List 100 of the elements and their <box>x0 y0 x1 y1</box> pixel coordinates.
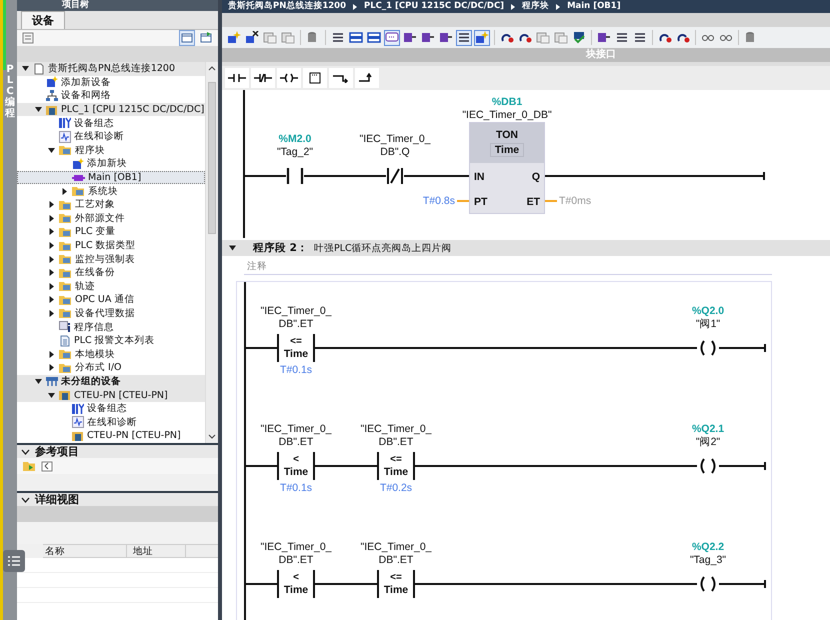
toolbar-button[interactable] <box>244 30 260 46</box>
tree-item[interactable]: 在线备份 <box>17 266 205 280</box>
chevron-icon[interactable] <box>21 448 30 456</box>
tree-item[interactable]: 分布式 I/O <box>17 361 205 375</box>
toolbar-button[interactable] <box>384 30 400 46</box>
tree-item[interactable]: Main [OB1] <box>17 170 205 184</box>
instance-name[interactable]: "IEC_Timer_0_DB" <box>462 109 552 122</box>
tree-item[interactable]: 设备代理数据 <box>17 306 205 320</box>
expanded-caret-icon[interactable] <box>34 105 43 114</box>
tree-item[interactable]: 程序信息 <box>17 320 205 334</box>
tree-item[interactable]: PLC 数据类型 <box>17 238 205 252</box>
scrollbar[interactable] <box>205 62 218 443</box>
closed-contact-button[interactable] <box>251 68 275 88</box>
toolbar-button[interactable] <box>226 30 242 46</box>
operand-name[interactable]: "阀2" <box>696 436 720 449</box>
tree-item[interactable]: PLC_1 [CPU 1215C DC/DC/DC] <box>17 102 205 116</box>
breadcrumb-item[interactable]: Main [OB1] <box>567 0 621 13</box>
comparator-box[interactable]: <= Time <box>377 570 415 598</box>
expanded-caret-icon[interactable] <box>47 390 56 400</box>
scroll-up-icon[interactable] <box>207 64 217 72</box>
operand-name[interactable]: "IEC_Timer_0_ DB".Q <box>359 133 431 159</box>
tree-item[interactable]: 未分组的设备 <box>17 374 205 388</box>
data-type-label[interactable]: Time <box>490 143 524 157</box>
tree-item[interactable]: OPC UA 通信 <box>17 293 205 307</box>
tree-item[interactable]: 轨迹 <box>17 280 205 294</box>
scroll-thumb[interactable] <box>208 82 216 234</box>
operand-name[interactable]: "IEC_Timer_0_ DB".ET <box>260 541 332 567</box>
comparator-box[interactable]: < Time <box>277 570 315 598</box>
toolbar-button[interactable] <box>348 30 364 46</box>
section-header[interactable]: 详细视图 <box>17 491 218 506</box>
expanded-caret-icon[interactable] <box>47 146 56 155</box>
collapsed-caret-icon[interactable] <box>47 363 56 372</box>
tree-item[interactable]: 添加新块 <box>17 157 205 171</box>
parameter-value[interactable]: T#0.1s <box>280 364 312 376</box>
collapsed-caret-icon[interactable] <box>47 282 56 291</box>
operand-name[interactable]: "阀1" <box>696 318 720 331</box>
collapsed-caret-icon[interactable] <box>47 214 56 223</box>
tree-item[interactable]: 设备组态 <box>17 402 205 416</box>
folder-arrow-icon[interactable] <box>23 460 36 472</box>
tree-item[interactable]: 监控与强制表 <box>17 252 205 266</box>
collapsed-caret-icon[interactable] <box>47 268 56 278</box>
operand-name[interactable]: "Tag_3" <box>690 554 726 567</box>
comparator-box[interactable]: <= Time <box>277 334 315 362</box>
tree-item[interactable]: 工艺对象 <box>17 198 205 212</box>
network-title[interactable]: 叶强PLC循环点亮阀岛上四片阀 <box>314 242 452 254</box>
operand-name[interactable]: "IEC_Timer_0_ DB".ET <box>260 305 332 331</box>
operand-name[interactable]: "Tag_2" <box>276 146 314 159</box>
breadcrumb-item[interactable]: 程序块 <box>522 0 550 13</box>
tree-item[interactable]: 设备和网络 <box>17 89 205 103</box>
collapsed-caret-icon[interactable] <box>47 254 56 264</box>
tree-item[interactable]: 设备组态 <box>17 116 205 130</box>
toolbar-button[interactable] <box>571 30 587 46</box>
breadcrumb-item[interactable]: PLC_1 [CPU 1215C DC/DC/DC] <box>364 0 504 13</box>
parameter-value[interactable]: T#0.2s <box>380 482 412 494</box>
operand-name[interactable]: "IEC_Timer_0_ DB".ET <box>360 541 432 567</box>
tree-item[interactable]: 添加新设备 <box>17 76 205 90</box>
toolbar-button[interactable] <box>366 30 382 46</box>
breadcrumb-item[interactable]: 贵斯托阀岛PN总线连接1200 <box>228 0 346 13</box>
tree-item[interactable]: 系统块 <box>17 184 205 198</box>
expanded-caret-icon[interactable] <box>34 376 43 386</box>
chevron-icon[interactable] <box>21 496 30 504</box>
column-header[interactable]: 地址 <box>127 545 186 557</box>
comparator-box[interactable]: <= Time <box>377 452 415 480</box>
list-button[interactable] <box>3 550 25 572</box>
collapse-caret-icon[interactable] <box>228 244 237 252</box>
tree-item[interactable]: PLC 变量 <box>17 225 205 239</box>
collapsed-caret-icon[interactable] <box>47 241 56 250</box>
tree-item[interactable]: CTEU-PN [CTEU-PN] <box>17 429 205 443</box>
parameter-value[interactable]: T#0.1s <box>280 482 312 494</box>
page-icon[interactable] <box>22 32 34 44</box>
tree-item[interactable]: CTEU-PN [CTEU-PN] <box>17 388 205 402</box>
expanded-caret-icon[interactable] <box>21 64 30 74</box>
column-header[interactable]: 名称 <box>43 545 127 557</box>
network-header[interactable]: 程序段 2： 叶强PLC循环点亮阀岛上四片阀 <box>222 240 830 256</box>
devices-tab[interactable]: 设备 <box>21 11 65 29</box>
overview-button[interactable] <box>179 30 195 46</box>
parameter-value[interactable]: T#0.8s <box>422 195 455 207</box>
collapsed-caret-icon[interactable] <box>47 227 56 236</box>
operand-name[interactable]: "IEC_Timer_0_ DB".ET <box>260 423 332 449</box>
timer-box[interactable]: TON Time IN Q PT ET <box>469 122 545 214</box>
tree-item[interactable]: 在线和诊断 <box>17 415 205 430</box>
box-button[interactable] <box>303 68 327 88</box>
coil-button[interactable] <box>277 68 301 88</box>
toolbar-button[interactable] <box>456 30 472 46</box>
tree-item[interactable]: 在线和诊断 <box>17 130 205 144</box>
collapsed-caret-icon[interactable] <box>47 308 56 318</box>
comment-field[interactable]: 注释 <box>244 258 772 275</box>
collapsed-caret-icon[interactable] <box>47 295 56 304</box>
tree-item[interactable]: PLC 报警文本列表 <box>17 334 205 348</box>
tree-item[interactable]: 本地模块 <box>17 347 205 362</box>
tree-item[interactable]: 贵斯托阀岛PN总线连接1200 <box>17 62 205 76</box>
open-branch-button[interactable] <box>329 68 353 88</box>
section-header[interactable]: 参考项目 <box>17 443 218 458</box>
contact-button[interactable] <box>225 68 249 88</box>
scroll-down-icon[interactable] <box>207 433 217 441</box>
toolbar-button[interactable] <box>474 30 490 46</box>
operand-name[interactable]: "IEC_Timer_0_ DB".ET <box>360 423 432 449</box>
tree-item[interactable]: 程序块 <box>17 144 205 158</box>
tree-item[interactable]: 外部源文件 <box>17 212 205 226</box>
collapsed-caret-icon[interactable] <box>60 186 69 196</box>
